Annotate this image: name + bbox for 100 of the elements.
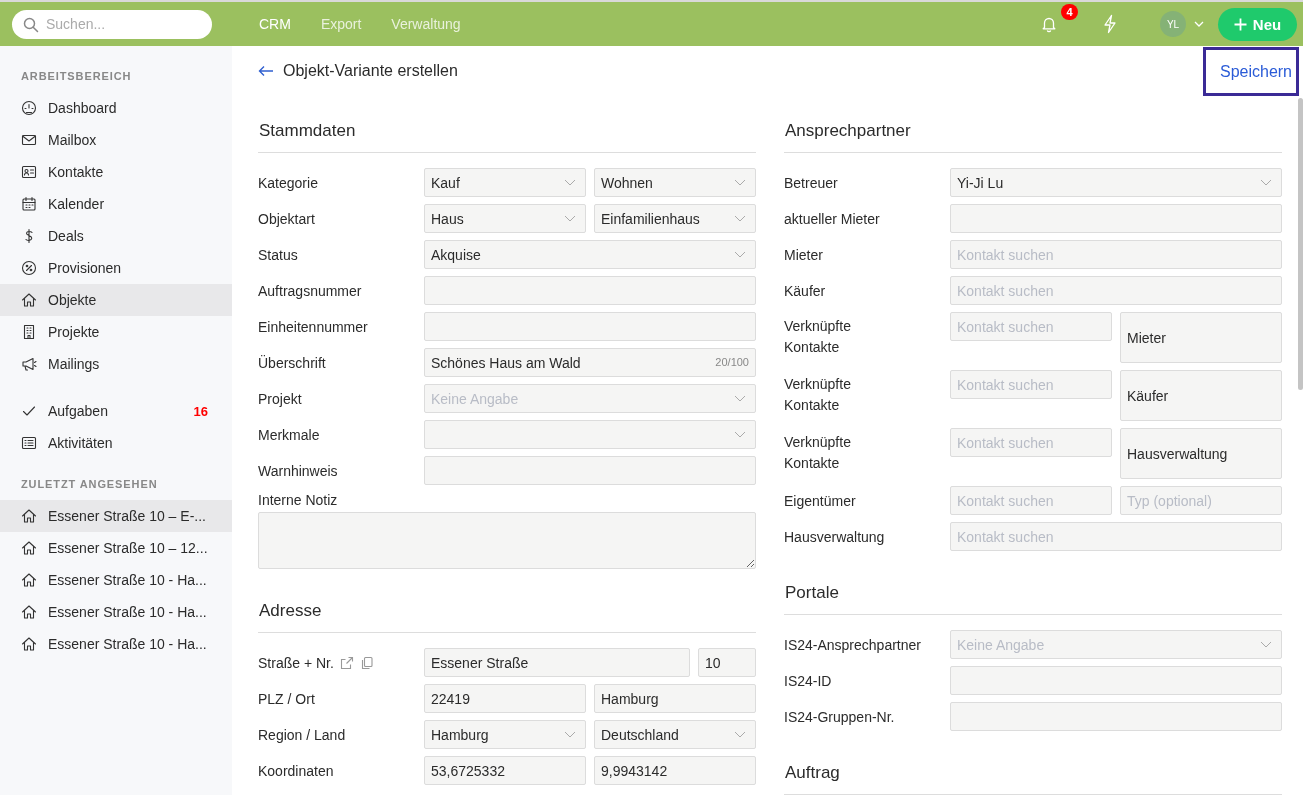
section-title: Stammdaten	[258, 121, 756, 153]
sidebar-item[interactable]: Kalender	[0, 188, 232, 220]
text-field[interactable]	[424, 276, 756, 305]
chevron-down-icon[interactable]	[1194, 21, 1204, 27]
text-field[interactable]	[424, 456, 756, 485]
sidebar-item[interactable]: Aufgaben 16	[0, 395, 232, 427]
field-label: IS24-Ansprechpartner	[784, 636, 921, 653]
field-label: Überschrift	[258, 354, 326, 371]
scrollbar[interactable]	[1298, 98, 1303, 390]
field-label: aktueller Mieter	[784, 210, 880, 227]
chevron-down-icon	[564, 731, 576, 738]
gauge-icon	[21, 100, 37, 116]
note-field[interactable]	[258, 512, 756, 569]
sidebar-item[interactable]: Dashboard	[0, 92, 232, 124]
text-field[interactable]: Kontakt suchen	[950, 370, 1112, 399]
text-field[interactable]: Kontakt suchen	[950, 522, 1282, 551]
field-label: Mieter	[784, 246, 823, 263]
task-count: 16	[193, 403, 208, 419]
text-field[interactable]	[950, 204, 1282, 233]
chevron-down-icon	[734, 431, 746, 438]
text-field[interactable]: Kontakt suchen	[950, 428, 1112, 457]
field-label: Verknüpfte Kontakte	[784, 433, 852, 473]
sidebar-item[interactable]: Essener Straße 10 – E-...	[0, 500, 232, 532]
section-title: Ansprechpartner	[784, 121, 1282, 153]
field-label: Betreuer	[784, 174, 838, 191]
chevron-down-icon	[734, 251, 746, 258]
megaphone-icon	[21, 356, 37, 372]
field-label: Region / Land	[258, 726, 346, 743]
text-field[interactable]	[424, 312, 756, 341]
chevron-down-icon	[734, 395, 746, 402]
field-label: Interne Notiz	[258, 492, 338, 508]
sidebar-item[interactable]: Aktivitäten	[0, 427, 232, 459]
section-title: Portale	[784, 583, 1282, 615]
list-icon	[21, 435, 37, 451]
sidebar-item[interactable]: Kontakte	[0, 156, 232, 188]
house-icon	[21, 572, 37, 588]
page-title: Objekt-Variante erstellen	[283, 62, 458, 80]
contact-type-field[interactable]: Mieter	[1120, 312, 1282, 363]
text-field[interactable]: Essener Straße	[424, 648, 690, 677]
contact-type-field[interactable]: Hausverwaltung	[1120, 428, 1282, 479]
contact-type-field[interactable]: Käufer	[1120, 370, 1282, 421]
sidebar-item[interactable]: Mailings	[0, 348, 232, 380]
section-title: Adresse	[258, 601, 756, 633]
field-label: Warnhinweis	[258, 462, 338, 479]
chevron-down-icon	[564, 215, 576, 222]
select-field[interactable]: Wohnen	[594, 168, 756, 197]
field-label: Eigentümer	[784, 492, 856, 509]
chevron-down-icon	[734, 731, 746, 738]
select-field[interactable]: Yi-Ji Lu	[950, 168, 1282, 197]
text-field[interactable]: 9,9943142	[594, 756, 756, 785]
search-field[interactable]: Suchen...	[12, 9, 212, 39]
select-field[interactable]: Akquise	[424, 240, 756, 269]
copy-icon[interactable]	[359, 655, 374, 670]
field-label: Status	[258, 246, 298, 263]
text-field[interactable]: Typ (optional)	[1120, 486, 1282, 515]
field-label: Merkmale	[258, 426, 320, 443]
field-label: Verknüpfte Kontakte	[784, 317, 852, 357]
number-field[interactable]: 10	[698, 648, 756, 677]
field-label: Einheitennummer	[258, 318, 368, 335]
section-title: Auftrag	[784, 763, 1282, 795]
text-field[interactable]: Hamburg	[594, 684, 756, 713]
sidebar-item[interactable]: Essener Straße 10 – 12...	[0, 532, 232, 564]
sidebar-item[interactable]: Essener Straße 10 - Ha...	[0, 628, 232, 660]
field-label: Projekt	[258, 390, 302, 407]
external-link-icon[interactable]	[339, 655, 354, 670]
text-field[interactable]: Kontakt suchen	[950, 276, 1282, 305]
field-label: Käufer	[784, 282, 826, 299]
select-field[interactable]: Einfamilienhaus	[594, 204, 756, 233]
sidebar-item[interactable]: Provisionen	[0, 252, 232, 284]
save-button[interactable]: Speichern	[1202, 47, 1299, 96]
sidebar-item[interactable]: Essener Straße 10 - Ha...	[0, 596, 232, 628]
sidebar-item[interactable]: Mailbox	[0, 124, 232, 156]
select-field[interactable]: Kauf	[424, 168, 586, 197]
select-field[interactable]: Haus	[424, 204, 586, 233]
character-counter: 20/100	[715, 356, 749, 368]
select-field[interactable]: Hamburg	[424, 720, 586, 749]
building-icon	[21, 324, 37, 340]
text-field[interactable]: Kontakt suchen	[950, 312, 1112, 341]
sidebar-item[interactable]: Deals	[0, 220, 232, 252]
field-label: IS24-ID	[784, 672, 832, 689]
text-field[interactable]	[950, 666, 1282, 695]
sidebar-item[interactable]: Essener Straße 10 - Ha...	[0, 564, 232, 596]
chevron-down-icon	[734, 179, 746, 186]
envelope-icon	[21, 132, 37, 148]
text-field[interactable]: 53,6725332	[424, 756, 586, 785]
field-label: Auftragsnummer	[258, 282, 362, 299]
chevron-down-icon	[1260, 179, 1272, 186]
text-field[interactable]: Kontakt suchen	[950, 240, 1282, 269]
text-field[interactable]: 22419	[424, 684, 586, 713]
text-field[interactable]: Kontakt suchen	[950, 486, 1112, 515]
sidebar-item[interactable]: Objekte	[0, 284, 232, 316]
chevron-down-icon	[564, 179, 576, 186]
select-field[interactable]: Deutschland	[594, 720, 756, 749]
text-field[interactable]	[950, 702, 1282, 731]
select-field[interactable]	[424, 420, 756, 449]
sidebar-item[interactable]: Projekte	[0, 316, 232, 348]
field-label: Straße + Nr.	[258, 654, 334, 671]
back-arrow-icon[interactable]	[258, 65, 274, 77]
sidebar-section-title: ARBEITSBEREICH	[20, 69, 133, 84]
notification-count: 4	[1061, 4, 1078, 20]
